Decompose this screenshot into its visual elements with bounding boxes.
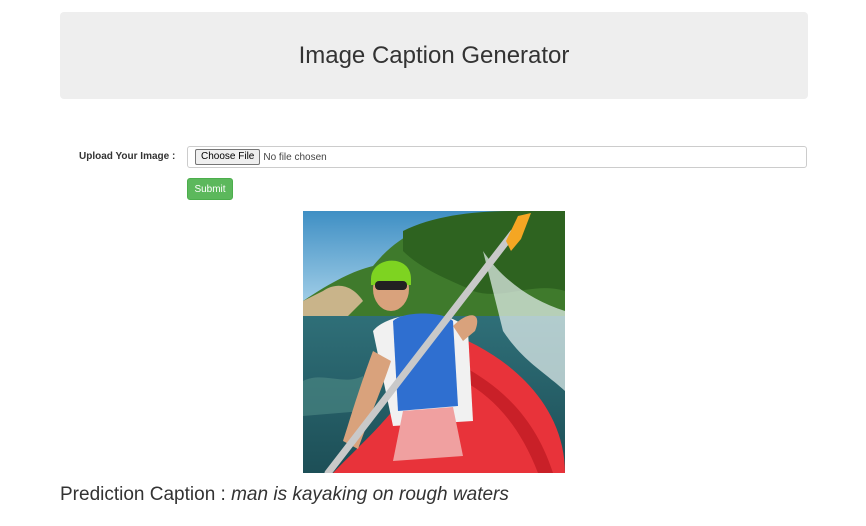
no-file-text: No file chosen: [263, 151, 327, 163]
choose-file-button[interactable]: Choose File: [195, 149, 261, 165]
page-title: Image Caption Generator: [298, 41, 570, 69]
caption-text: man is kayaking on rough waters: [231, 484, 509, 505]
header-jumbotron: Image Caption Generator: [60, 12, 808, 99]
upload-label: Upload Your Image :: [79, 151, 176, 162]
caption-prefix: Prediction Caption :: [60, 484, 226, 505]
uploaded-image: [303, 211, 565, 473]
submit-button[interactable]: Submit: [187, 178, 233, 200]
prediction-caption: Prediction Caption : man is kayaking on …: [60, 484, 509, 506]
file-input[interactable]: Choose File No file chosen: [187, 146, 807, 168]
